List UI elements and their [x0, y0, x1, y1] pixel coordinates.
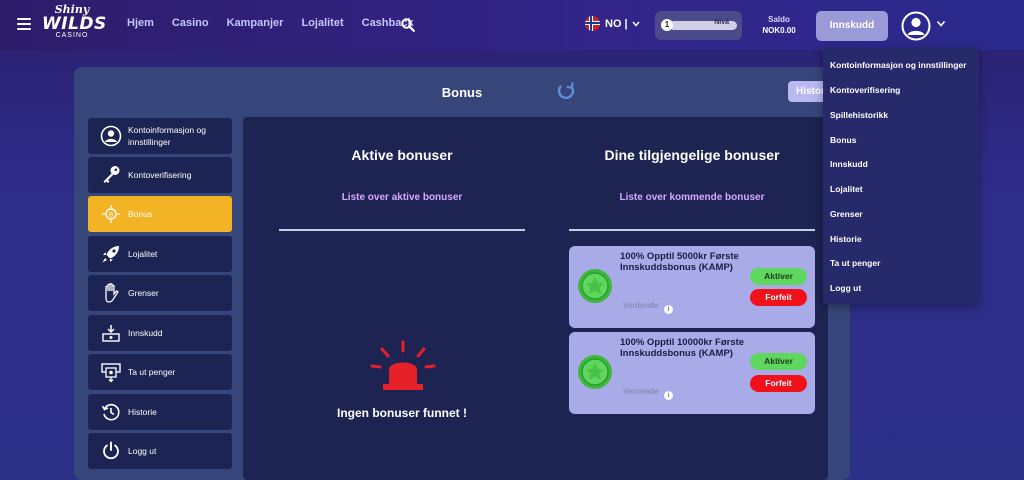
dropdown-item-history[interactable]: Historie	[830, 234, 862, 244]
sidebar-item-history[interactable]: Historie	[88, 394, 232, 430]
bonus-title: 100% Opptil 5000kr Første Innskuddsbonus…	[620, 251, 739, 273]
active-bonuses-subtitle: Liste over aktive bonuser	[341, 192, 463, 203]
language-label: NO |	[605, 17, 628, 30]
sidebar-item-label: Grenser	[128, 288, 159, 298]
chevron-down-icon[interactable]	[936, 20, 946, 28]
history-icon	[101, 403, 120, 421]
sidebar-item-limits[interactable]: Grenser	[88, 275, 232, 311]
balance-label: Saldo	[768, 15, 790, 24]
empty-state-text: Ingen bonuser funnet !	[337, 406, 467, 420]
refresh-icon[interactable]	[556, 81, 576, 101]
level-progress[interactable]: 1 Nivå	[655, 11, 742, 40]
dropdown-item-deposit[interactable]: Innskudd	[830, 159, 868, 169]
available-bonuses-title: Dine tilgjengelige bonuser	[604, 147, 780, 163]
dropdown-item-verification[interactable]: Kontoverifisering	[830, 85, 900, 95]
alarm-siren-icon	[370, 340, 436, 390]
sidebar-item-label: Kontoverifisering	[128, 170, 192, 180]
logo[interactable]: Shiny WILDS CASINO	[42, 4, 107, 48]
dropdown-item-bonus[interactable]: Bonus	[830, 135, 856, 145]
withdraw-icon	[101, 363, 121, 383]
sidebar-item-withdraw[interactable]: Ta ut penger	[88, 354, 232, 390]
balance-value: NOK0.00	[762, 26, 796, 35]
sidebar-item-logout[interactable]: Logg ut	[88, 433, 232, 469]
bonus-card: 100% Opptil 5000kr Første Innskuddsbonus…	[569, 246, 815, 328]
nav-loyalty[interactable]: Lojalitet	[301, 17, 343, 29]
sidebar-item-deposit[interactable]: Innskudd	[88, 315, 232, 351]
account-dropdown-menu: Kontoinformasjon og innstillinger Kontov…	[823, 48, 979, 304]
sidebar-item-label: Kontoinformasjon og innstillinger	[128, 125, 206, 147]
sidebar-item-verification[interactable]: Kontoverifisering	[88, 157, 232, 193]
language-selector[interactable]: NO |	[585, 16, 640, 31]
power-icon	[103, 441, 119, 460]
norway-flag-icon	[585, 16, 600, 31]
bonus-coin-icon	[578, 355, 612, 389]
dropdown-item-game-history[interactable]: Spillehistorikk	[830, 110, 888, 120]
bonus-coin-icon	[578, 269, 612, 303]
info-icon[interactable]: i	[664, 305, 673, 314]
main-nav: Hjem Casino Kampanjer Lojalitet Cashback	[127, 17, 432, 29]
svg-text:B: B	[109, 212, 113, 219]
forfeit-button[interactable]: Forfeit	[750, 375, 807, 392]
sidebar-item-bonus[interactable]: B Bonus	[88, 196, 232, 232]
sidebar-item-label: Innskudd	[128, 328, 163, 338]
dropdown-item-withdraw[interactable]: Ta ut penger	[830, 258, 880, 268]
rocket-icon	[102, 246, 119, 263]
bonus-title: 100% Opptil 10000kr Første Innskuddsbonu…	[620, 337, 745, 359]
level-number: 1	[661, 19, 673, 31]
dropdown-item-loyalty[interactable]: Lojalitet	[830, 184, 863, 194]
level-label: Nivå	[714, 19, 729, 26]
sidebar-item-account[interactable]: Kontoinformasjon og innstillinger	[88, 118, 232, 154]
activate-button[interactable]: Aktiver	[750, 353, 807, 370]
sidebar-item-loyalty[interactable]: Lojalitet	[88, 236, 232, 272]
dropdown-item-logout[interactable]: Logg ut	[830, 283, 861, 293]
nav-campaigns[interactable]: Kampanjer	[227, 17, 284, 29]
logo-line2: WILDS	[42, 14, 107, 34]
deposit-icon	[102, 325, 120, 342]
menu-icon[interactable]	[17, 18, 31, 32]
sidebar-item-label: Bonus	[128, 209, 153, 219]
top-header: Shiny WILDS CASINO Hjem Casino Kampanjer…	[0, 0, 1024, 50]
bonus-status: Ventende	[623, 301, 659, 310]
sidebar-item-label: Ta ut penger	[128, 367, 176, 377]
active-bonuses-title: Aktive bonuser	[351, 147, 453, 163]
divider	[569, 229, 815, 231]
page-title: Bonus	[441, 85, 483, 100]
activate-button[interactable]: Aktiver	[750, 268, 807, 285]
dropdown-item-limits[interactable]: Grenser	[830, 209, 863, 219]
chevron-down-icon	[632, 21, 640, 27]
nav-casino[interactable]: Casino	[172, 17, 209, 29]
available-bonuses-subtitle: Liste over kommende bonuser	[619, 192, 765, 203]
nav-home[interactable]: Hjem	[127, 17, 154, 29]
deposit-button[interactable]: Innskudd	[816, 11, 888, 41]
bonus-status: Ventende	[623, 387, 659, 396]
key-icon	[103, 166, 120, 183]
bonus-icon: B	[102, 205, 120, 223]
forfeit-button[interactable]: Forfeit	[750, 289, 807, 306]
search-icon[interactable]	[401, 18, 415, 32]
dropdown-item-account[interactable]: Kontoinformasjon og innstillinger	[830, 60, 966, 70]
avatar-icon[interactable]	[901, 11, 931, 41]
info-icon[interactable]: i	[664, 391, 673, 400]
sidebar-item-label: Lojalitet	[128, 249, 158, 259]
sidebar-item-label: Logg ut	[128, 446, 157, 456]
bonus-card: 100% Opptil 10000kr Første Innskuddsbonu…	[569, 332, 815, 414]
divider	[279, 229, 525, 231]
sidebar-item-label: Historie	[128, 407, 157, 417]
user-icon	[100, 125, 122, 147]
hand-icon	[105, 283, 119, 303]
balance: Saldo NOK0.00	[755, 14, 803, 36]
